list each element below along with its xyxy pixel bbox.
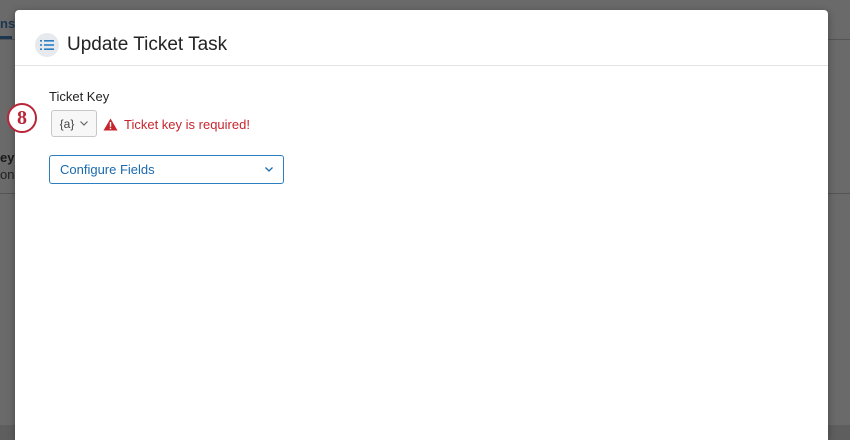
piped-text-button[interactable]: {a} [51, 110, 97, 137]
error-message: Ticket key is required! [124, 117, 250, 132]
ticket-key-label: Ticket Key [49, 89, 110, 104]
modal-header: Update Ticket Task [15, 10, 828, 66]
configure-fields-label: Configure Fields [60, 162, 155, 177]
piped-text-label: {a} [59, 116, 75, 131]
update-ticket-task-modal: Update Ticket Task Ticket Key {a} Ticket… [15, 10, 828, 440]
chevron-down-icon [265, 167, 273, 172]
warning-triangle-icon [103, 118, 118, 131]
list-icon [35, 33, 59, 57]
modal-title: Update Ticket Task [67, 34, 228, 55]
ticket-key-error: Ticket key is required! [103, 117, 250, 132]
step-number-badge: 8 [7, 103, 37, 133]
configure-fields-dropdown[interactable]: Configure Fields [49, 155, 284, 184]
chevron-down-icon [80, 121, 89, 126]
